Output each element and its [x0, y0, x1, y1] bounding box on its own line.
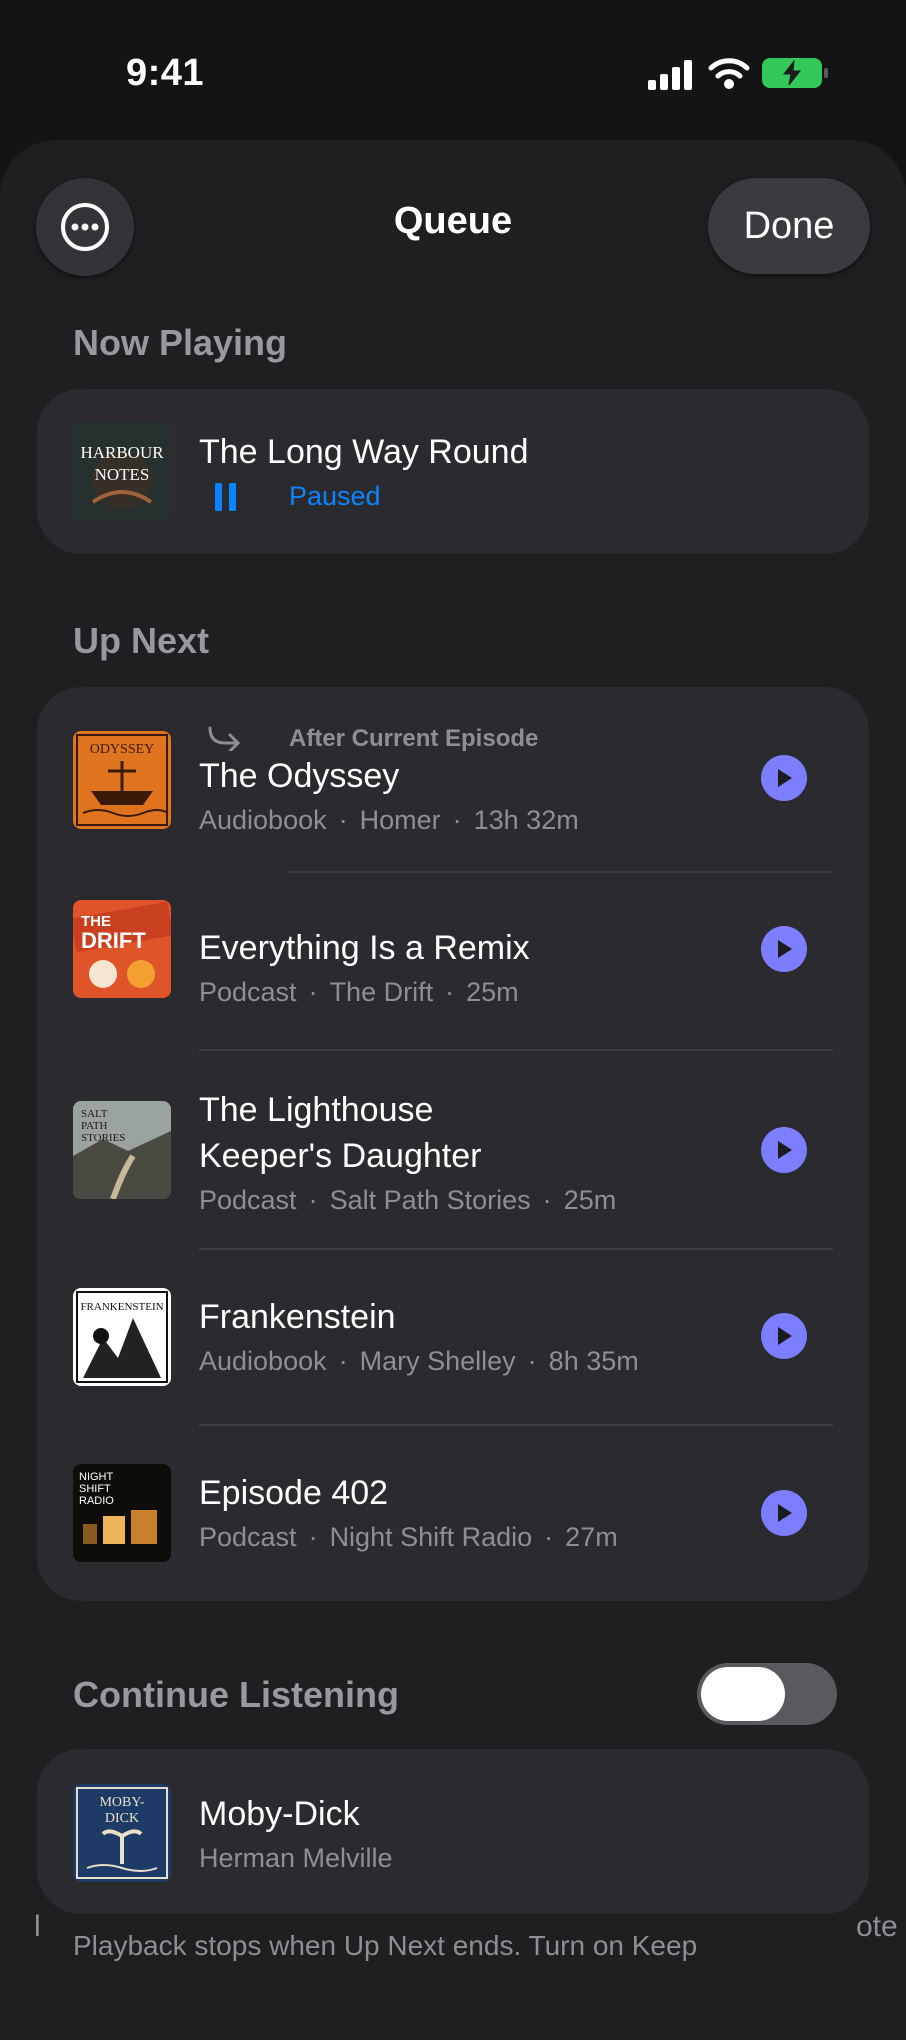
item-title: The Odyssey — [199, 757, 400, 795]
svg-text:HARBOUR: HARBOUR — [80, 443, 164, 462]
cellular-signal-icon — [648, 60, 692, 90]
salt-path-stories-artwork: SALT PATH STORIES — [73, 1101, 171, 1199]
moby-dick-artwork: MOBY- DICK — [73, 1784, 171, 1882]
item-title: Everything Is a Remix — [199, 929, 530, 967]
continue-listening-heading: Continue Listening — [73, 1674, 399, 1715]
svg-text:NOTES: NOTES — [95, 465, 150, 484]
frankenstein-artwork: FRANKENSTEIN — [73, 1288, 171, 1386]
list-item[interactable]: NIGHT SHIFT RADIO Episode 402 Podcast · Ni… — [37, 1426, 869, 1601]
edge-text-left: l — [34, 1910, 41, 1943]
item-title: Moby-Dick — [199, 1795, 360, 1833]
item-meta: Podcast · Salt Path Stories · 25m — [199, 1185, 617, 1215]
toggle-knob — [701, 1667, 785, 1721]
svg-text:MOBY-: MOBY- — [99, 1795, 144, 1810]
play-icon — [778, 1504, 792, 1522]
item-meta: Podcast · The Drift · 25m — [199, 977, 519, 1007]
continue-listening-toggle[interactable] — [697, 1663, 837, 1725]
play-icon — [778, 1327, 792, 1345]
item-meta: Podcast · Night Shift Radio · 27m — [199, 1522, 618, 1552]
play-button[interactable] — [761, 1313, 807, 1359]
now-playing-heading: Now Playing — [73, 322, 288, 363]
battery-icon — [762, 58, 828, 88]
playback-state: Paused — [289, 481, 381, 511]
up-next-heading: Up Next — [73, 620, 210, 661]
status-time: 9:41 — [126, 52, 205, 94]
item-title-line1: The Lighthouse — [199, 1091, 434, 1129]
status-bar: 9:41 — [0, 0, 906, 140]
now-playing-card[interactable]: HARBOUR NOTES The Long Way Round Paused — [37, 389, 869, 554]
svg-text:SHIFT: SHIFT — [79, 1483, 111, 1495]
item-title: Episode 402 — [199, 1474, 389, 1512]
list-item[interactable]: THE DRIFT Everything Is a Remix Podcast ·… — [37, 873, 869, 1049]
wifi-icon — [708, 58, 750, 89]
item-meta: Audiobook · Mary Shelley · 8h 35m — [199, 1346, 639, 1376]
svg-text:NIGHT: NIGHT — [79, 1471, 114, 1483]
play-button[interactable] — [761, 755, 807, 801]
svg-text:DICK: DICK — [105, 1811, 139, 1826]
svg-text:RADIO: RADIO — [79, 1495, 114, 1507]
after-current-label: After Current Episode — [289, 725, 539, 752]
play-icon — [778, 769, 792, 787]
the-drift-artwork: THE DRIFT — [73, 900, 171, 998]
footer-note: Playback stops when Up Next ends. Turn o… — [73, 1930, 698, 1961]
harbour-notes-artwork: HARBOUR NOTES — [73, 422, 171, 520]
item-meta: Audiobook · Homer · 13h 32m — [199, 805, 579, 835]
odyssey-artwork: ODYSSEY — [73, 731, 171, 829]
list-item[interactable]: SALT PATH STORIES The Lighthouse Keeper'… — [37, 1051, 869, 1249]
item-title-line2: Keeper's Daughter — [199, 1137, 482, 1175]
item-author: Herman Melville — [199, 1843, 393, 1873]
play-button[interactable] — [761, 926, 807, 972]
play-button[interactable] — [761, 1127, 807, 1173]
play-button[interactable] — [761, 1490, 807, 1536]
play-icon — [778, 1141, 792, 1159]
svg-text:SALT: SALT — [81, 1108, 108, 1120]
continue-listening-card[interactable]: MOBY- DICK Moby-Dick Herman Melville — [37, 1749, 869, 1914]
svg-text:DRIFT: DRIFT — [81, 928, 146, 953]
pause-icon[interactable] — [215, 483, 237, 511]
up-next-card: After Current Episode ODYSSEY The Odysse… — [37, 687, 869, 1601]
after-current-arrow-icon — [208, 726, 241, 751]
svg-text:ODYSSEY: ODYSSEY — [90, 742, 155, 757]
edge-text-right: ote — [856, 1910, 898, 1943]
item-title: Frankenstein — [199, 1298, 396, 1336]
list-item[interactable]: FRANKENSTEIN Frankenstein Audiobook · Mary… — [37, 1250, 869, 1424]
list-item[interactable]: After Current Episode ODYSSEY The Odysse… — [37, 687, 869, 867]
done-button[interactable]: Done — [708, 178, 870, 274]
now-playing-title: The Long Way Round — [199, 433, 529, 471]
night-shift-radio-artwork: NIGHT SHIFT RADIO — [73, 1464, 171, 1562]
svg-text:STORIES: STORIES — [81, 1132, 125, 1144]
svg-text:FRANKENSTEIN: FRANKENSTEIN — [80, 1301, 163, 1313]
svg-text:PATH: PATH — [81, 1120, 108, 1132]
play-icon — [778, 940, 792, 958]
